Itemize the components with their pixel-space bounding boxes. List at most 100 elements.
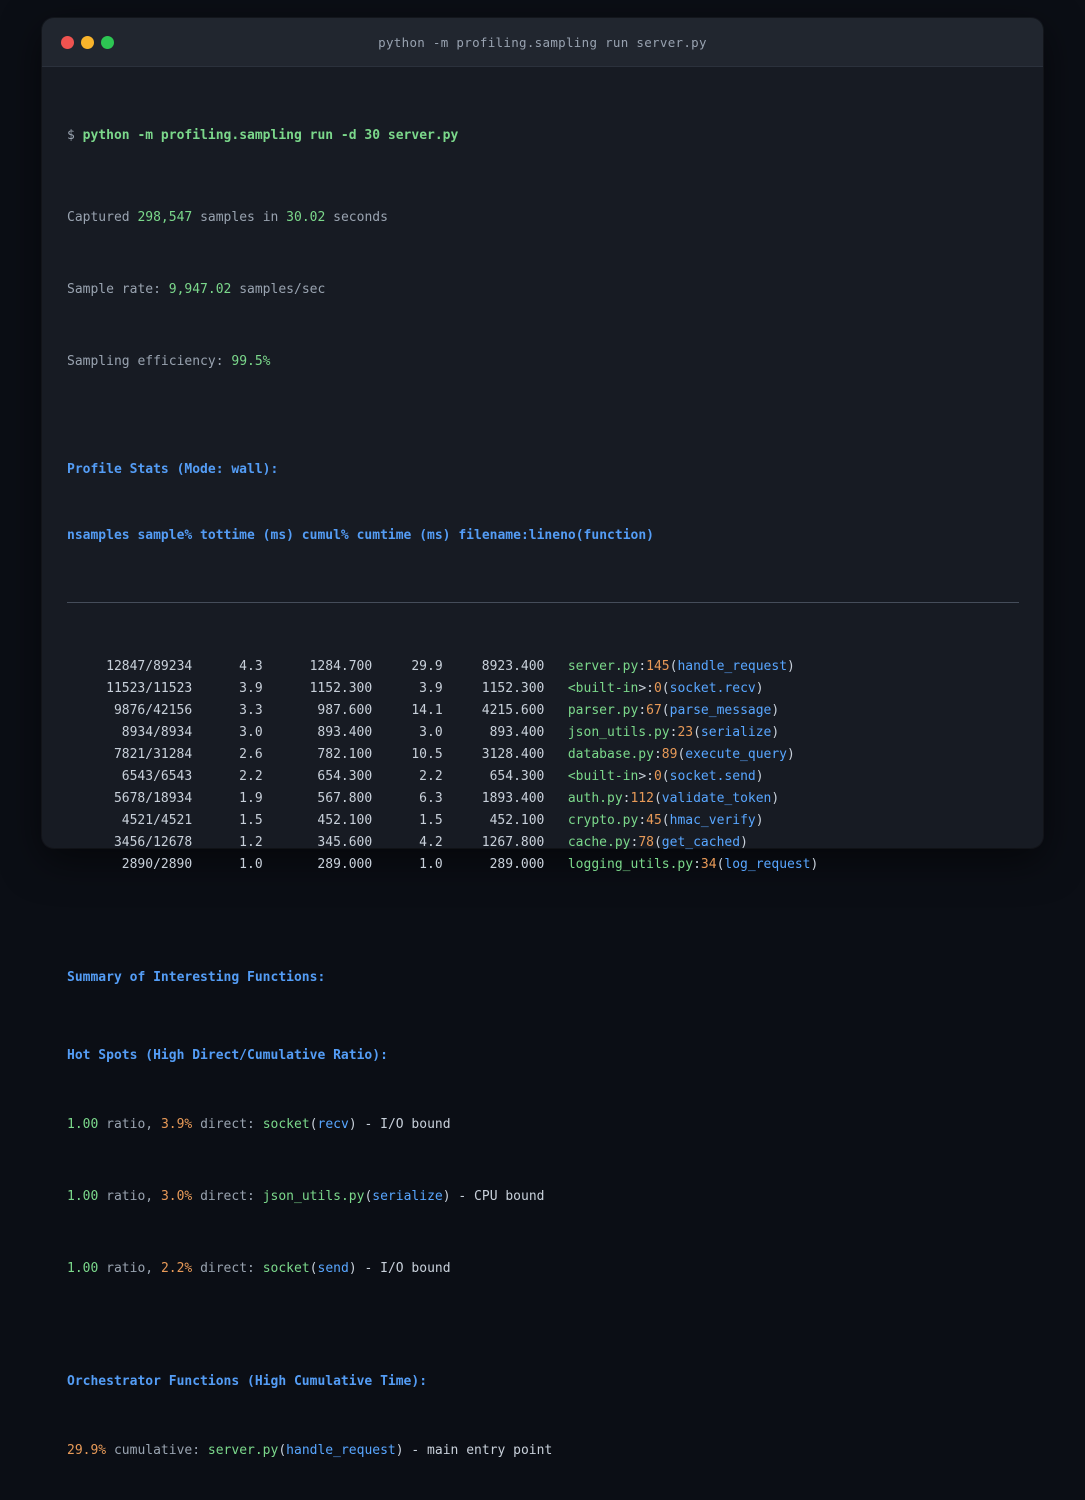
text-segment: 3.9% bbox=[160, 1117, 193, 1132]
text-segment: - I/O bound bbox=[356, 1117, 451, 1132]
text-segment: send bbox=[317, 1261, 349, 1276]
text-segment: 99.5% bbox=[231, 354, 271, 369]
text-segment: ( bbox=[661, 703, 670, 718]
text-segment: Hot Spots (High Direct/Cumulative Ratio)… bbox=[67, 1048, 388, 1063]
text-segment: : bbox=[630, 835, 639, 850]
cell-cumul-pct: 1.5 bbox=[419, 813, 443, 828]
cell-cumtime: 1893.400 bbox=[481, 791, 545, 806]
cell-cumul-pct: 3.9 bbox=[419, 681, 443, 696]
cell-sample-pct: 1.0 bbox=[239, 857, 263, 872]
text-segment: direct: bbox=[192, 1261, 263, 1276]
text-segment: socket bbox=[262, 1261, 310, 1276]
text-segment: ) bbox=[442, 1189, 451, 1204]
text-segment: logging_utils.py bbox=[567, 857, 694, 872]
text-segment: : bbox=[638, 703, 647, 718]
window-controls bbox=[61, 18, 114, 66]
hot-spot-line: 1.00 ratio, 3.9% direct: socket(recv) - … bbox=[67, 1114, 1018, 1136]
cell-sample-pct: 3.9 bbox=[239, 681, 263, 696]
cell-location: logging_utils.py:34(log_request) bbox=[544, 854, 818, 876]
hot-spot-line: 1.00 ratio, 3.0% direct: json_utils.py(s… bbox=[67, 1186, 1018, 1208]
cell-location: <built-in>:0(socket.send) bbox=[544, 766, 764, 788]
cell-tottime: 567.800 bbox=[317, 791, 373, 806]
stats-table-row: 11523/11523 3.9 1152.300 3.9 1152.300 <built-… bbox=[67, 678, 1018, 700]
stats-table-row: 3456/12678 1.2 345.600 4.2 1267.800 cache.py:… bbox=[67, 832, 1018, 854]
text-segment: ( bbox=[309, 1117, 318, 1132]
summary-heading: Summary of Interesting Functions: bbox=[67, 967, 1018, 989]
cell-tottime: 452.100 bbox=[317, 813, 373, 828]
stats-table-row: 7821/31284 2.6 782.100 10.5 3128.400 database… bbox=[67, 744, 1018, 766]
cell-sample-pct: 3.0 bbox=[239, 725, 263, 740]
cell-tottime: 289.000 bbox=[317, 857, 373, 872]
text-segment: 1.00 bbox=[67, 1117, 99, 1132]
cell-tottime: 654.300 bbox=[317, 769, 373, 784]
command-line: $ python -m profiling.sampling run -d 30… bbox=[67, 125, 1018, 147]
cell-cumul-pct: 6.3 bbox=[419, 791, 443, 806]
text-segment: >: bbox=[638, 769, 654, 784]
text-segment: serialize bbox=[700, 725, 772, 740]
text-segment: get_cached bbox=[661, 835, 741, 850]
text-segment: : bbox=[622, 791, 631, 806]
cell-tottime: 345.600 bbox=[317, 835, 373, 850]
stats-table-row: 9876/42156 3.3 987.600 14.1 4215.600 parser.p… bbox=[67, 700, 1018, 722]
text-segment: ratio, bbox=[98, 1261, 161, 1276]
hot-spot-line: 1.00 ratio, 2.2% direct: socket(send) - … bbox=[67, 1258, 1018, 1280]
maximize-button[interactable] bbox=[101, 35, 114, 49]
text-segment: server.py bbox=[567, 659, 639, 674]
text-segment: json_utils.py bbox=[262, 1189, 365, 1204]
text-segment: - main entry point bbox=[403, 1443, 553, 1458]
text-segment: json_utils.py bbox=[567, 725, 670, 740]
cell-cumtime: 1267.800 bbox=[481, 835, 545, 850]
cell-cumtime: 893.400 bbox=[489, 725, 545, 740]
sample-rate-line: Sample rate: 9,947.02 samples/sec bbox=[67, 279, 1018, 301]
cell-sample-pct: 1.2 bbox=[239, 835, 263, 850]
text-segment: ) bbox=[755, 769, 764, 784]
cell-nsamples: 9876/42156 bbox=[113, 703, 193, 718]
cell-nsamples: 2890/2890 bbox=[121, 857, 193, 872]
cell-sample-pct: 4.3 bbox=[239, 659, 263, 674]
terminal-content[interactable]: $ python -m profiling.sampling run -d 30… bbox=[42, 67, 1043, 1500]
text-segment: 1.00 bbox=[67, 1189, 99, 1204]
text-segment: ( bbox=[278, 1443, 287, 1458]
text-segment: seconds bbox=[325, 210, 388, 225]
cell-location: parser.py:67(parse_message) bbox=[544, 700, 779, 722]
cell-location: crypto.py:45(hmac_verify) bbox=[544, 810, 764, 832]
text-segment: ( bbox=[309, 1261, 318, 1276]
text-segment: <built-in bbox=[567, 769, 639, 784]
cell-sample-pct: 1.5 bbox=[239, 813, 263, 828]
cell-cumul-pct: 3.0 bbox=[419, 725, 443, 740]
text-segment: 45 bbox=[646, 813, 662, 828]
text-segment: parser.py bbox=[567, 703, 639, 718]
text-segment: 0 bbox=[653, 681, 662, 696]
cell-location: server.py:145(handle_request) bbox=[544, 656, 795, 678]
cell-nsamples: 4521/4521 bbox=[121, 813, 193, 828]
text-segment: ( bbox=[661, 769, 670, 784]
cell-sample-pct: 2.2 bbox=[239, 769, 263, 784]
cell-location: database.py:89(execute_query) bbox=[544, 744, 795, 766]
text-segment: Captured bbox=[67, 210, 138, 225]
text-segment: socket bbox=[262, 1117, 310, 1132]
cell-tottime: 1152.300 bbox=[309, 681, 373, 696]
stats-table-row: 12847/89234 4.3 1284.700 29.9 8923.400 server… bbox=[67, 656, 1018, 678]
text-segment: : bbox=[653, 747, 662, 762]
text-segment: 30.02 bbox=[286, 210, 326, 225]
stats-table-row: 6543/6543 2.2 654.300 2.2 654.300 <built-in>:… bbox=[67, 766, 1018, 788]
stats-table-row: 4521/4521 1.5 452.100 1.5 452.100 crypto.py:4… bbox=[67, 810, 1018, 832]
text-segment: ( bbox=[653, 791, 662, 806]
text-segment: 1.00 bbox=[67, 1261, 99, 1276]
minimize-button[interactable] bbox=[81, 35, 94, 49]
cell-sample-pct: 1.9 bbox=[239, 791, 263, 806]
text-segment: 23 bbox=[677, 725, 694, 740]
close-button[interactable] bbox=[61, 35, 74, 49]
terminal-titlebar[interactable]: python -m profiling.sampling run server.… bbox=[42, 18, 1043, 67]
text-segment: cumulative: bbox=[106, 1443, 208, 1458]
stats-table: 12847/89234 4.3 1284.700 29.9 8923.400 server… bbox=[67, 656, 1018, 876]
text-segment: Sample rate: bbox=[67, 282, 169, 297]
cell-nsamples: 8934/8934 bbox=[121, 725, 193, 740]
cell-nsamples: 7821/31284 bbox=[113, 747, 193, 762]
text-segment: ) bbox=[395, 1443, 404, 1458]
text-segment: 145 bbox=[646, 659, 670, 674]
cell-location: <built-in>:0(socket.recv) bbox=[544, 678, 764, 700]
cell-cumul-pct: 10.5 bbox=[411, 747, 443, 762]
text-segment: direct: bbox=[192, 1189, 263, 1204]
cell-tottime: 987.600 bbox=[317, 703, 373, 718]
